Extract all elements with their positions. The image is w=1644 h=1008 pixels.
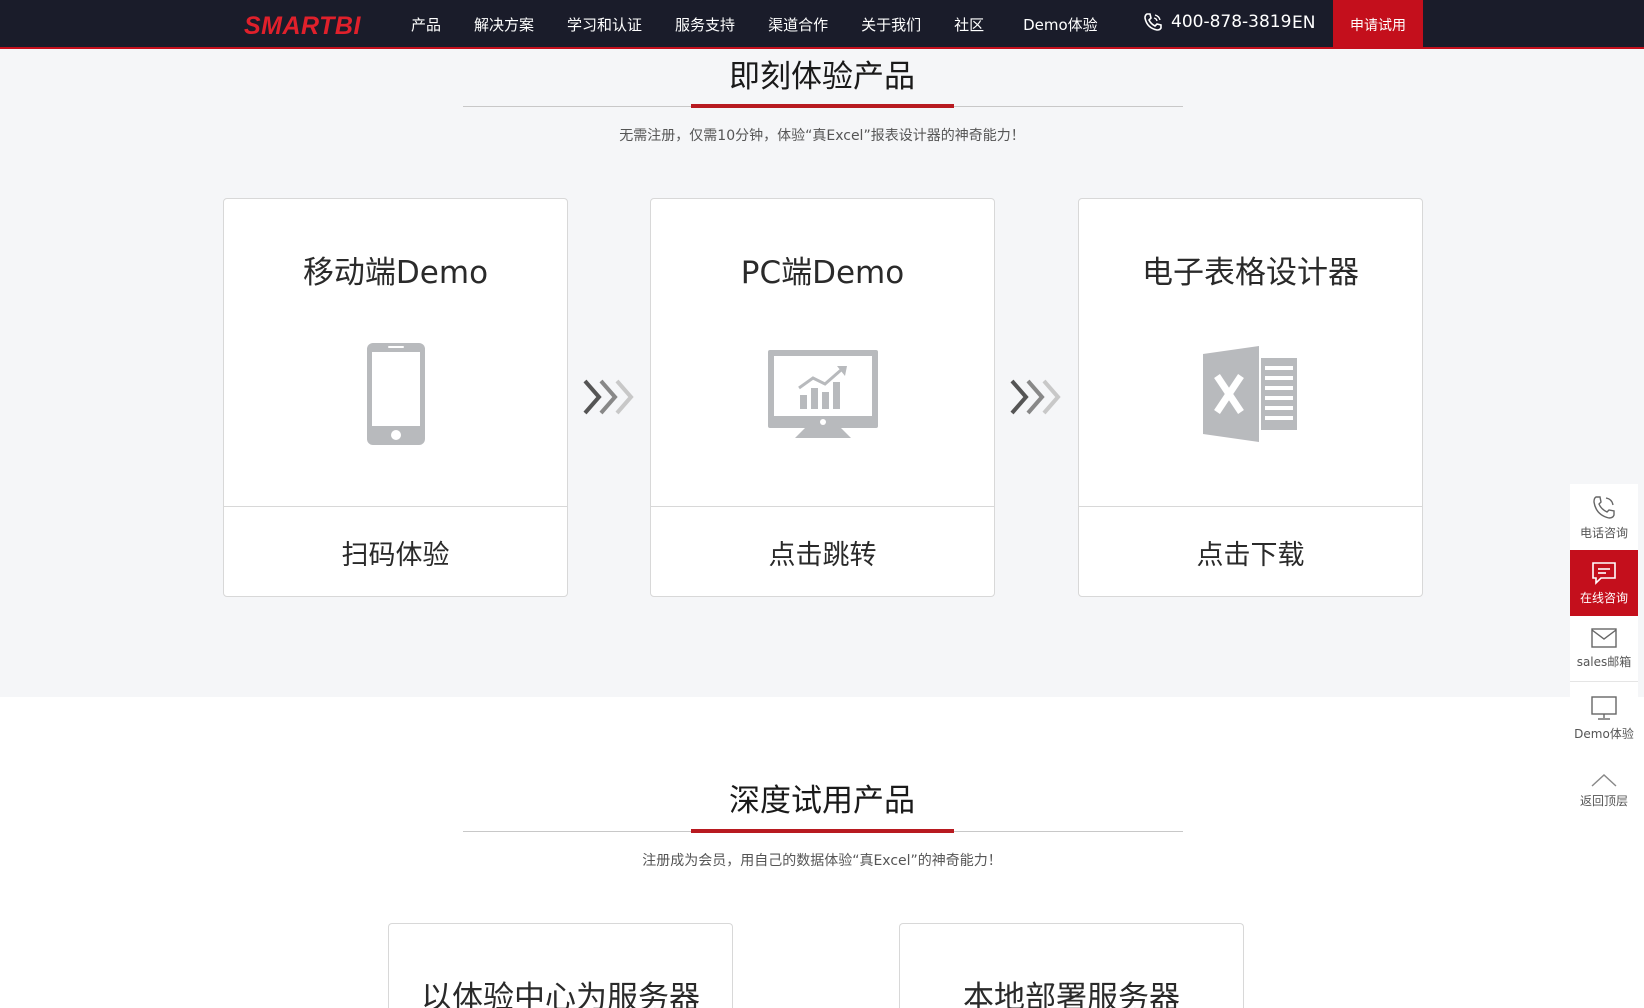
- download-button[interactable]: 点击下载: [1079, 507, 1422, 598]
- float-back-to-top[interactable]: 返回顶层: [1570, 754, 1638, 826]
- mobile-phone-icon: [224, 339, 567, 449]
- card-mobile-demo: 移动端Demo 扫码体验: [223, 198, 568, 597]
- section-title: 即刻体验产品: [729, 59, 915, 95]
- section-subtitle: 无需注册，仅需10分钟，体验“真Excel”报表设计器的神奇能力！: [619, 128, 1025, 144]
- card-title: PC端Demo: [740, 255, 905, 291]
- chevrons-right-icon: [583, 379, 634, 415]
- section-divider-accent: [691, 104, 954, 108]
- scan-qr-button[interactable]: 扫码体验: [224, 507, 567, 598]
- float-label: 在线咨询: [1579, 590, 1628, 605]
- instant-experience-section: 即刻体验产品 无需注册，仅需10分钟，体验“真Excel”报表设计器的神奇能力！…: [0, 49, 1644, 697]
- float-phone-consult[interactable]: 电话咨询: [1570, 484, 1638, 550]
- nav-item-demo[interactable]: Demo体验: [1023, 14, 1098, 35]
- nav-item-channel[interactable]: 渠道合作: [768, 14, 828, 35]
- jump-link-button[interactable]: 点击跳转: [651, 507, 994, 598]
- float-label: Demo体验: [1574, 726, 1634, 741]
- float-label: sales邮箱: [1576, 655, 1632, 669]
- float-label: 返回顶层: [1579, 793, 1628, 808]
- apply-trial-button[interactable]: 申请试用: [1333, 0, 1423, 49]
- card-top: 电子表格设计器: [1079, 199, 1422, 507]
- phone-icon: [1144, 13, 1162, 31]
- chevrons-right-icon: [1010, 379, 1061, 415]
- section-subtitle: 注册成为会员，用自己的数据体验“真Excel”的神奇能力！: [642, 853, 1002, 869]
- card-pc-demo: PC端Demo 点击跳转: [650, 198, 995, 597]
- excel-icon: [1079, 339, 1422, 449]
- float-demo[interactable]: Demo体验: [1570, 682, 1638, 754]
- card-title: 本地部署服务器: [963, 980, 1180, 1008]
- nav-item-support[interactable]: 服务支持: [675, 14, 735, 35]
- chat-icon: [1592, 561, 1616, 585]
- float-online-consult[interactable]: 在线咨询: [1570, 550, 1638, 616]
- top-navbar: SMARTBI 产品 解决方案 学习和认证 服务支持 渠道合作 关于我们 社区 …: [0, 0, 1644, 49]
- float-label: 电话咨询: [1579, 525, 1628, 540]
- floating-contact-bar: 电话咨询 在线咨询 sales邮箱 Demo体验 返回顶层: [1570, 484, 1638, 826]
- card-title: 以体验中心为服务器: [421, 980, 700, 1008]
- language-switch[interactable]: EN: [1292, 13, 1315, 33]
- card-experience-center-server[interactable]: 以体验中心为服务器: [388, 923, 733, 1008]
- phone-icon: [1593, 495, 1615, 519]
- card-top: PC端Demo: [651, 199, 994, 507]
- nav-item-products[interactable]: 产品: [411, 14, 441, 35]
- nav-item-learning[interactable]: 学习和认证: [567, 14, 642, 35]
- card-title: 电子表格设计器: [1142, 255, 1359, 291]
- monitor-icon: [1591, 695, 1617, 720]
- mail-icon: [1591, 628, 1617, 648]
- nav-item-solutions[interactable]: 解决方案: [474, 14, 534, 35]
- float-sales-email[interactable]: sales邮箱: [1570, 616, 1638, 682]
- card-title: 移动端Demo: [302, 255, 489, 291]
- monitor-chart-icon: [651, 339, 994, 449]
- arrow-up-icon: [1591, 773, 1617, 787]
- section-divider-accent: [691, 829, 954, 833]
- card-top: 移动端Demo: [224, 199, 567, 507]
- nav-item-about[interactable]: 关于我们: [861, 14, 921, 35]
- section-title: 深度试用产品: [729, 783, 915, 819]
- main-nav: 产品 解决方案 学习和认证 服务支持 渠道合作 关于我们 社区 Demo体验: [411, 0, 1131, 49]
- card-spreadsheet-designer: 电子表格设计器 点击下载: [1078, 198, 1423, 597]
- card-local-deploy-server[interactable]: 本地部署服务器: [899, 923, 1244, 1008]
- phone-number[interactable]: 400-878-3819: [1143, 12, 1291, 32]
- nav-item-community[interactable]: 社区: [954, 14, 984, 35]
- smartbi-logo[interactable]: SMARTBI: [244, 12, 361, 41]
- phone-number-text: 400-878-3819: [1171, 12, 1292, 32]
